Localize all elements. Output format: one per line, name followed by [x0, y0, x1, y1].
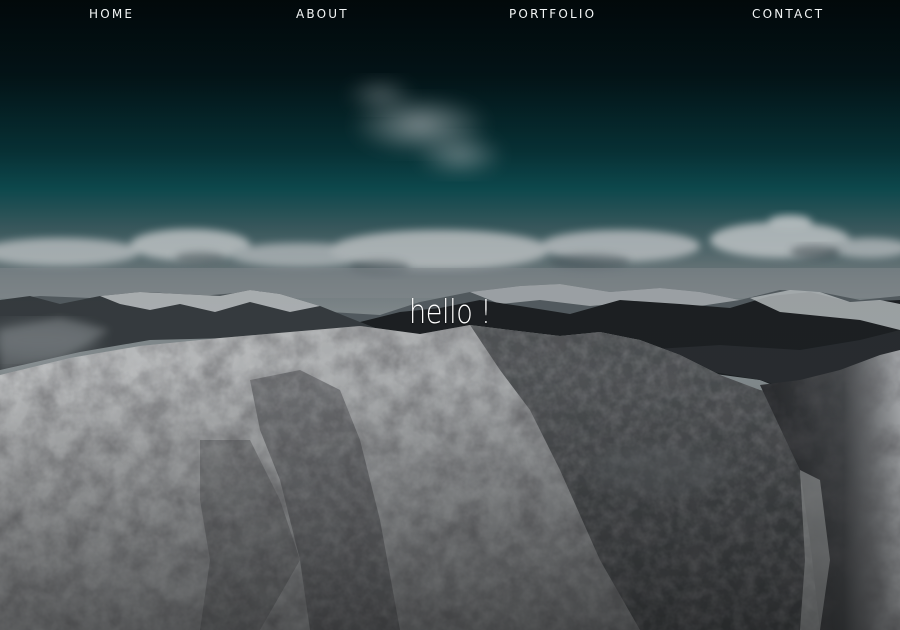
top-nav: HOME ABOUT PORTFOLIO CONTACT	[0, 0, 900, 32]
nav-about-link[interactable]: ABOUT	[296, 7, 349, 21]
nav-portfolio-link[interactable]: PORTFOLIO	[509, 7, 596, 21]
hero-heading: hello !	[409, 292, 491, 331]
nav-contact-link[interactable]: CONTACT	[752, 7, 824, 21]
nav-home-link[interactable]: HOME	[89, 7, 134, 21]
hero-section: HOME ABOUT PORTFOLIO CONTACT hello !	[0, 0, 900, 630]
